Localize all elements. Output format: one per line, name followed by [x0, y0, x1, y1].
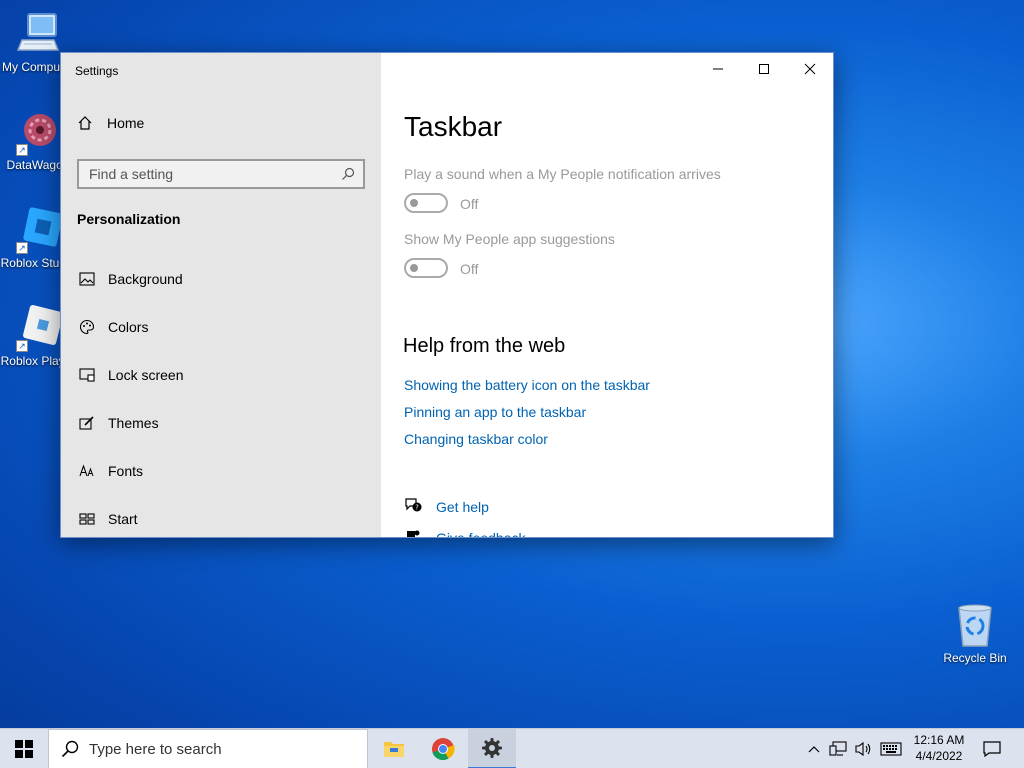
sidebar-item-label: Lock screen — [108, 367, 184, 383]
notification-icon — [983, 741, 1001, 757]
sidebar-item-label: Themes — [108, 415, 159, 431]
roblox-studio-icon: ↗ — [14, 206, 63, 254]
svg-text:?: ? — [415, 504, 419, 512]
keyboard-icon — [880, 742, 902, 756]
page-title: Taskbar — [404, 111, 503, 142]
section-title-personalization: Personalization — [77, 211, 181, 227]
setting-label-people-suggestions: Show My People app suggestions — [404, 231, 615, 247]
computer-icon — [14, 10, 62, 58]
settings-gear-icon — [482, 738, 502, 758]
roblox-player-icon: ↗ — [14, 304, 63, 352]
recycle-bin-icon — [958, 604, 992, 647]
sidebar-item-label: Background — [108, 271, 183, 287]
show-hidden-icons-button[interactable] — [804, 729, 824, 768]
chrome-icon — [432, 738, 455, 761]
taskbar-app-settings[interactable] — [468, 729, 516, 768]
sidebar-item-start[interactable]: Start — [77, 507, 138, 531]
network-button[interactable] — [826, 729, 850, 768]
window-title: Settings — [75, 64, 119, 78]
toggle-state-label: Off — [460, 261, 479, 277]
help-link-taskbar-color[interactable]: Changing taskbar color — [404, 431, 548, 447]
search-icon — [61, 740, 79, 758]
search-icon — [342, 167, 355, 180]
desktop-icon-recycle-bin[interactable]: Recycle Bin — [940, 602, 1010, 665]
start-button[interactable] — [0, 729, 48, 768]
palette-icon — [77, 319, 97, 335]
get-help-label: Get help — [436, 498, 489, 515]
get-help-link[interactable]: ? Get help — [404, 497, 489, 516]
datawagon-icon: ↗ — [14, 108, 62, 156]
feedback-icon — [404, 528, 426, 537]
help-link-pinning-app[interactable]: Pinning an app to the taskbar — [404, 404, 586, 420]
shortcut-arrow-icon: ↗ — [16, 340, 28, 352]
themes-icon — [77, 415, 97, 431]
give-feedback-label: Give feedback — [436, 529, 526, 538]
setting-label-people-sound: Play a sound when a My People notificati… — [404, 166, 721, 182]
settings-sidebar: Settings Home Find a setting Personaliza… — [61, 53, 381, 537]
taskbar-search-placeholder: Type here to search — [89, 740, 222, 758]
shortcut-arrow-icon: ↗ — [16, 144, 28, 156]
find-setting-input[interactable]: Find a setting — [77, 159, 365, 189]
sidebar-item-label: Colors — [108, 319, 149, 335]
action-center-button[interactable] — [976, 729, 1008, 768]
file-explorer-icon — [384, 742, 404, 757]
home-label: Home — [107, 115, 145, 131]
start-icon — [77, 513, 97, 525]
give-feedback-link[interactable]: Give feedback — [404, 528, 526, 538]
sidebar-item-label: Start — [108, 511, 138, 527]
taskbar-clock[interactable]: 12:16 AM 4/4/2022 — [906, 732, 972, 764]
image-icon — [77, 272, 97, 286]
sidebar-item-background[interactable]: Background — [77, 267, 183, 291]
taskbar-app-chrome[interactable] — [419, 729, 467, 768]
help-section-title: Help from the web — [403, 335, 566, 357]
recycle-bin-label: Recycle Bin — [943, 651, 1007, 665]
taskbar-search-box[interactable]: Type here to search — [48, 729, 368, 768]
clock-date: 4/4/2022 — [915, 749, 963, 763]
input-language-button[interactable] — [877, 729, 905, 768]
clock-time: 12:16 AM — [913, 733, 965, 747]
network-icon — [829, 741, 847, 756]
sidebar-item-themes[interactable]: Themes — [77, 411, 159, 435]
speaker-icon — [855, 741, 871, 757]
home-icon — [78, 116, 92, 130]
sidebar-item-colors[interactable]: Colors — [77, 315, 148, 339]
lock-screen-icon — [77, 368, 97, 382]
home-nav-item[interactable]: Home — [77, 115, 144, 131]
help-link-battery-icon[interactable]: Showing the battery icon on the taskbar — [404, 377, 650, 393]
get-help-icon: ? — [404, 497, 426, 516]
fonts-icon — [77, 464, 97, 478]
sidebar-item-fonts[interactable]: Fonts — [77, 459, 143, 483]
people-suggestions-toggle[interactable] — [404, 258, 448, 278]
settings-window: Settings Home Find a setting Personaliza… — [60, 52, 834, 538]
taskbar-app-file-explorer[interactable] — [370, 729, 418, 768]
settings-content: Taskbar Play a sound when a My People no… — [403, 53, 833, 538]
windows-logo-icon — [15, 740, 33, 758]
toggle-state-label: Off — [460, 196, 479, 212]
shortcut-arrow-icon: ↗ — [16, 242, 28, 254]
people-sound-toggle[interactable] — [404, 193, 448, 213]
sidebar-item-lock-screen[interactable]: Lock screen — [77, 363, 183, 387]
sidebar-item-label: Fonts — [108, 463, 144, 479]
volume-button[interactable] — [852, 729, 876, 768]
chevron-up-icon — [808, 746, 820, 753]
find-setting-placeholder: Find a setting — [89, 166, 174, 182]
taskbar: Type here to search 12:16 AM 4/4/2022 — [0, 728, 1024, 768]
